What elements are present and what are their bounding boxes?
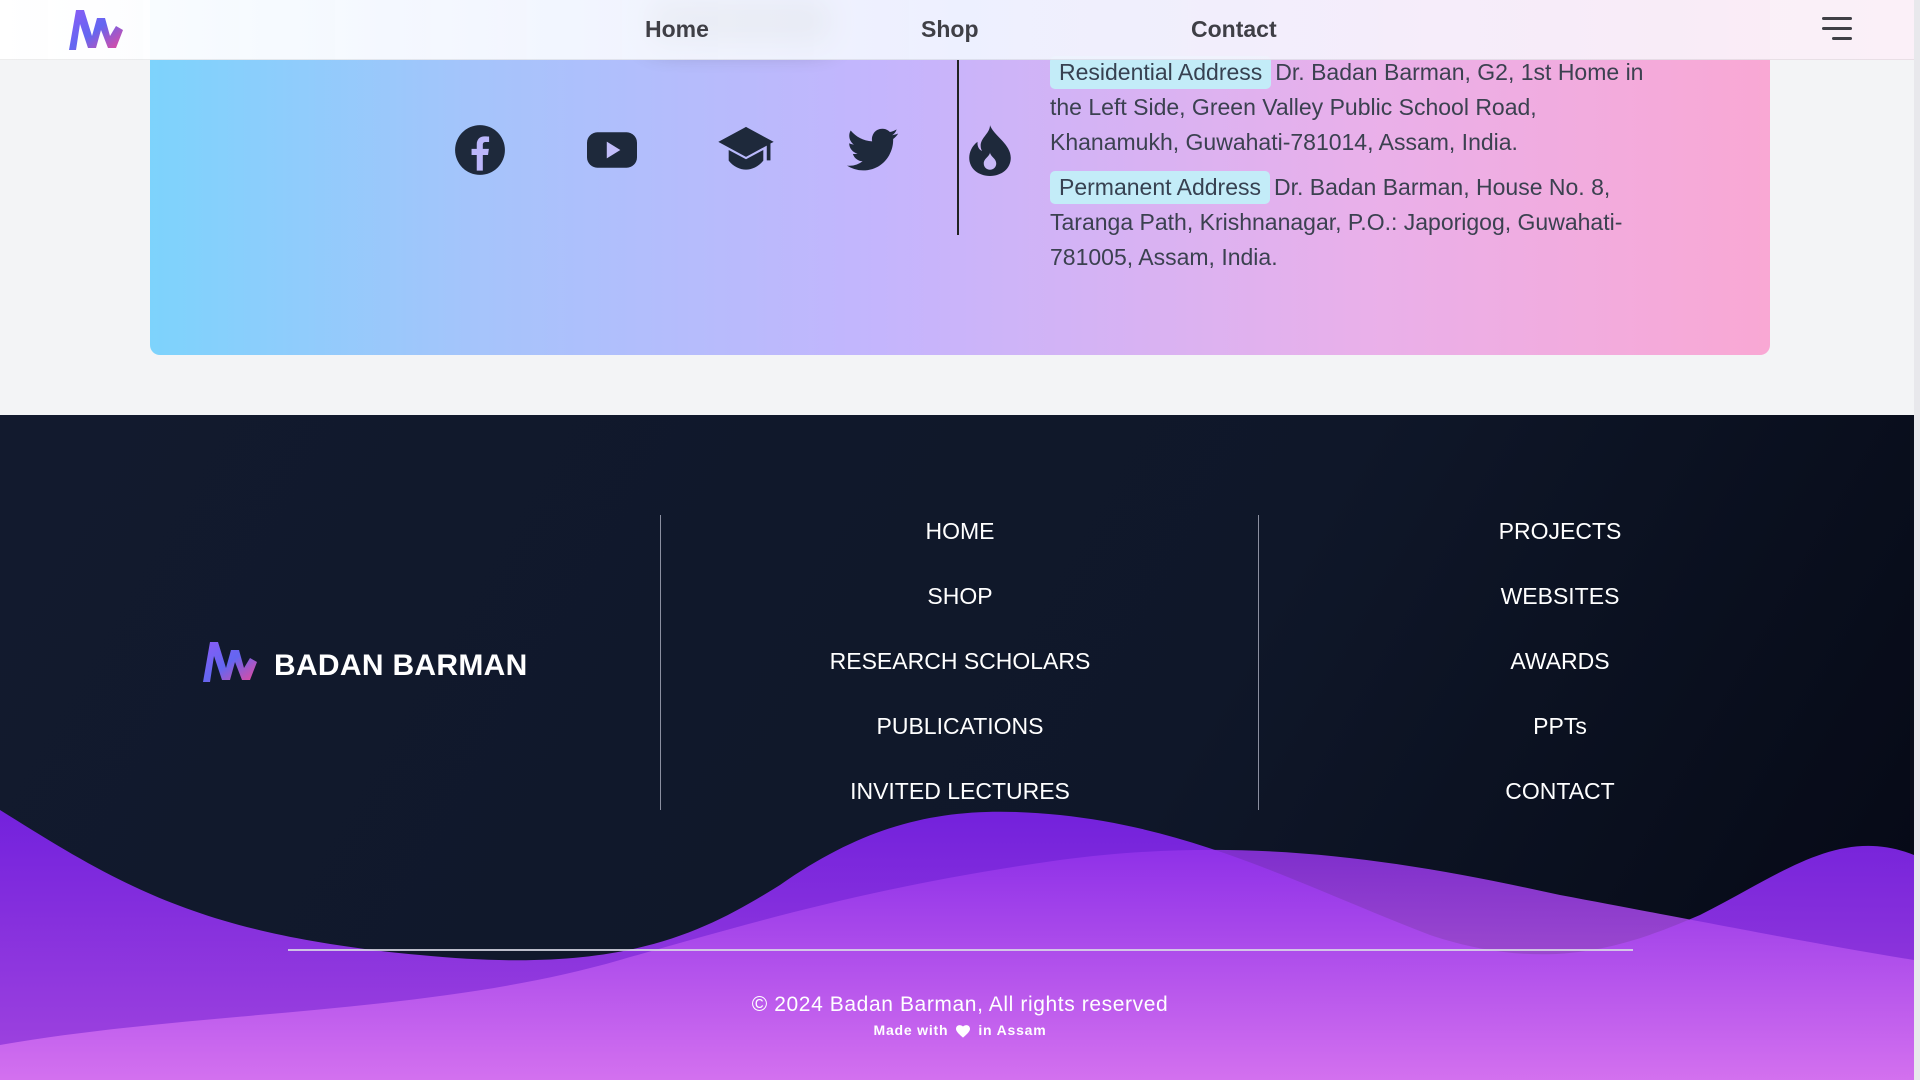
footer-waves	[0, 810, 1914, 1080]
heart-icon	[956, 1024, 971, 1038]
site-footer: BADAN BARMAN HOME SHOP RESEARCH SCHOLARS…	[0, 415, 1914, 1080]
made-with-text: Made with in Assam	[760, 1022, 1160, 1038]
made-with-label: Made with	[873, 1022, 949, 1038]
nav-contact[interactable]: Contact	[1191, 16, 1277, 43]
residential-address-label: Residential Address	[1050, 56, 1272, 89]
footer-link-publications[interactable]: PUBLICATIONS	[760, 713, 1160, 740]
footer-link-shop[interactable]: SHOP	[760, 583, 1160, 610]
site-logo[interactable]	[66, 6, 126, 52]
footer-link-invited-lectures[interactable]: INVITED LECTURES	[760, 778, 1160, 805]
footer-divider-right	[1258, 515, 1259, 810]
page-scrollbar[interactable]	[1914, 0, 1920, 1080]
permanent-address-label: Permanent Address	[1050, 171, 1271, 204]
card-divider	[957, 60, 959, 235]
social-links	[450, 118, 1040, 182]
footer-divider-left	[660, 515, 661, 810]
twitter-icon[interactable]	[843, 118, 903, 182]
footer-logo	[203, 642, 257, 682]
footer-link-awards[interactable]: AWARDS	[1360, 648, 1760, 675]
footer-link-research-scholars[interactable]: RESEARCH SCHOLARS	[760, 648, 1160, 675]
graduation-cap-icon[interactable]	[716, 118, 776, 182]
footer-link-websites[interactable]: WEBSITES	[1360, 583, 1760, 610]
footer-link-projects[interactable]: PROJECTS	[1360, 518, 1760, 545]
facebook-icon[interactable]	[450, 118, 510, 182]
footer-brand-name: BADAN BARMAN	[274, 649, 528, 682]
nav-home[interactable]: Home	[645, 16, 709, 43]
nav-shop[interactable]: Shop	[921, 16, 979, 43]
footer-separator	[288, 949, 1633, 951]
footer-link-contact[interactable]: CONTACT	[1360, 778, 1760, 805]
fire-icon[interactable]	[960, 118, 1020, 182]
made-in-label: in Assam	[978, 1022, 1047, 1038]
top-navbar: Home Shop Contact	[0, 0, 1914, 60]
menu-icon[interactable]	[1822, 15, 1854, 43]
footer-link-home[interactable]: HOME	[760, 518, 1160, 545]
footer-link-ppts[interactable]: PPTs	[1360, 713, 1760, 740]
permanent-address: Permanent Address Dr. Badan Barman, House…	[1050, 170, 1650, 275]
copyright-text: © 2024 Badan Barman, All rights reserved	[751, 993, 1169, 1016]
residential-address: Residential Address Dr. Badan Barman, G2,…	[1050, 55, 1650, 160]
youtube-icon[interactable]	[582, 118, 642, 182]
